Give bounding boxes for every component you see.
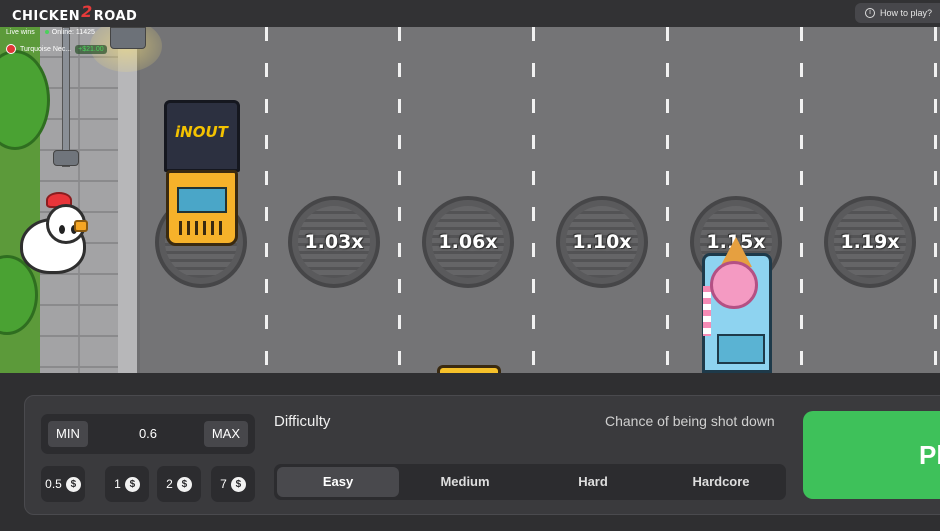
play-button[interactable]: Pl: [803, 411, 940, 499]
quick-bet-button[interactable]: 1 $: [105, 466, 149, 502]
online-count-text: Online: 11425: [51, 29, 95, 36]
dollar-coin-icon: $: [230, 476, 246, 492]
multiplier-label: 1.06x: [438, 231, 498, 253]
quick-bet-button[interactable]: 0.5 $: [41, 466, 85, 502]
ice-cream-truck: [696, 237, 778, 373]
difficulty-option-hardcore[interactable]: Hardcore: [660, 467, 782, 497]
how-to-play-label: How to play?: [879, 8, 932, 18]
difficulty-option-hard[interactable]: Hard: [532, 467, 654, 497]
quick-bet-value: 1: [114, 477, 121, 491]
max-bet-button[interactable]: MAX: [203, 421, 248, 447]
game-stage: CHICKEN2ROAD i How to play? Live wins On…: [0, 0, 940, 531]
lane-divider: [934, 27, 937, 373]
winner-avatar: [6, 44, 16, 54]
difficulty-option-easy[interactable]: Easy: [277, 467, 399, 497]
winner-name: Turquoise Nec...: [20, 45, 72, 53]
online-dot-icon: [44, 30, 49, 34]
street-lamp-head: [110, 27, 146, 49]
winner-amount: +$21.00: [75, 44, 107, 54]
dollar-coin-icon: $: [65, 476, 81, 492]
quick-bet-button[interactable]: 2 $: [157, 466, 201, 502]
chicken-beak: [74, 220, 88, 232]
lane-divider: [666, 27, 669, 373]
logo-number: 2: [81, 2, 93, 21]
truck-brand-logo: iNOUT: [175, 123, 228, 141]
top-bar: CHICKEN2ROAD i How to play?: [0, 0, 940, 27]
quick-bet-value: 7: [220, 477, 227, 491]
delivery-truck: iNOUT: [162, 100, 242, 248]
manhole-step-1[interactable]: 1.03x: [288, 196, 380, 288]
multiplier-label: 1.10x: [572, 231, 632, 253]
logo-text-road: ROAD: [93, 9, 138, 24]
quick-bet-button[interactable]: 7 $: [211, 466, 255, 502]
truck-windshield: [717, 334, 765, 364]
manhole-step-3[interactable]: 1.10x: [556, 196, 648, 288]
live-wins-panel: Live wins Online: 11425 Turquoise Nec...…: [6, 29, 107, 54]
info-icon: i: [864, 8, 875, 18]
live-wins-label: Live wins: [6, 29, 35, 36]
manhole-step-5[interactable]: 1.19x: [824, 196, 916, 288]
dollar-coin-icon: $: [176, 476, 192, 492]
bet-panel: 0.6 MIN MAX 0.5 $ 1 $ 2 $ 7 $ Difficulty…: [24, 395, 940, 515]
truck-cargo-box: iNOUT: [164, 100, 240, 172]
difficulty-selector: Easy Medium Hard Hardcore: [274, 464, 786, 500]
chicken-character: [16, 192, 96, 276]
chicken-road-logo: CHICKEN2ROAD: [12, 2, 138, 24]
difficulty-label: Difficulty: [274, 413, 331, 430]
multiplier-label: 1.03x: [304, 231, 364, 253]
ice-cream-scoop-icon: [710, 261, 758, 309]
bottom-control-area: 0.6 MIN MAX 0.5 $ 1 $ 2 $ 7 $ Difficulty…: [0, 373, 940, 531]
curb: [118, 27, 140, 373]
truck-cab: [166, 170, 238, 246]
street-lamp-base: [53, 150, 79, 166]
chicken-eye: [59, 225, 65, 234]
manhole-step-2[interactable]: 1.06x: [422, 196, 514, 288]
difficulty-option-medium[interactable]: Medium: [404, 467, 526, 497]
truck-stripe: [703, 286, 711, 336]
truck-windshield: [177, 187, 227, 213]
lane-divider: [800, 27, 803, 373]
lane-divider: [265, 27, 268, 373]
logo-text-chicken: CHICKEN: [12, 9, 81, 24]
dollar-coin-icon: $: [124, 476, 140, 492]
truck-grill: [179, 221, 225, 235]
bet-amount-input[interactable]: 0.6 MIN MAX: [41, 414, 255, 454]
how-to-play-button[interactable]: i How to play?: [854, 3, 940, 23]
lane-divider: [398, 27, 401, 373]
min-bet-button[interactable]: MIN: [48, 421, 88, 447]
quick-bet-value: 0.5: [45, 477, 62, 491]
online-count: Online: 11425: [44, 29, 95, 36]
quick-bet-value: 2: [166, 477, 173, 491]
lane-divider: [532, 27, 535, 373]
road: [140, 27, 940, 373]
chance-label: Chance of being shot down: [605, 413, 775, 429]
multiplier-label: 1.19x: [840, 231, 900, 253]
